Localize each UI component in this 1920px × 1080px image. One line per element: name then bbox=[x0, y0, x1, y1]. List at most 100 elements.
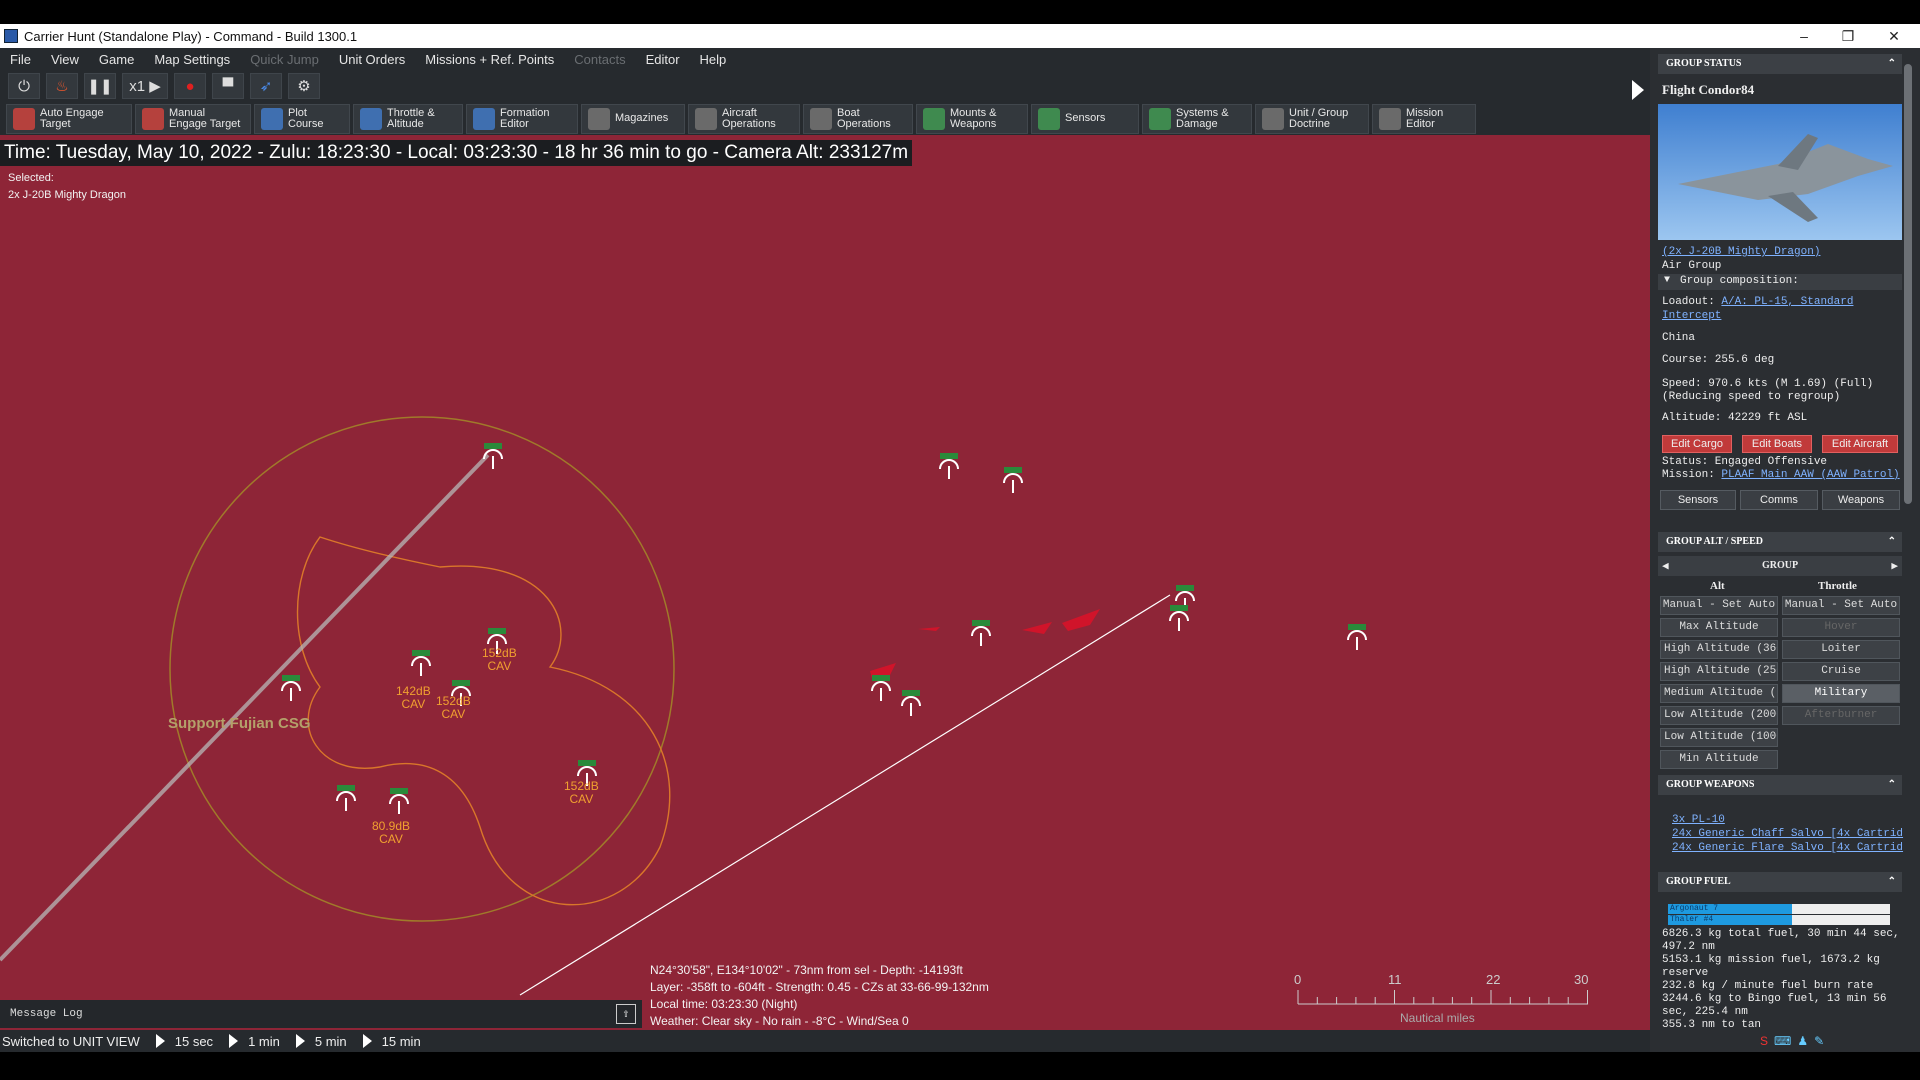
minimize-button[interactable]: – bbox=[1784, 24, 1824, 48]
weapons-header[interactable]: GROUP WEAPONS ⌃ bbox=[1658, 775, 1902, 795]
group-status-header[interactable]: GROUP STATUS ⌃ bbox=[1658, 54, 1902, 74]
toolbar-button[interactable]: Mission Editor bbox=[1372, 103, 1476, 134]
pause-button[interactable]: ❚❚ bbox=[84, 73, 116, 99]
menu-item[interactable]: Map Settings bbox=[144, 52, 240, 67]
time-step-label[interactable]: 1 min bbox=[248, 1034, 280, 1049]
record-button[interactable]: ● bbox=[174, 73, 206, 99]
toolbar-button[interactable]: Unit / Group Doctrine bbox=[1255, 103, 1369, 134]
toolbar-button[interactable]: Aircraft Operations bbox=[688, 103, 800, 134]
time-step-arrow-icon[interactable] bbox=[229, 1034, 239, 1048]
fuel-info-line: 6826.3 kg total fuel, 30 min 44 sec, bbox=[1662, 928, 1900, 940]
collapse-icon[interactable]: ⌃ bbox=[1888, 872, 1896, 892]
message-log-bar[interactable]: Message Log ⇧ bbox=[0, 1000, 642, 1028]
fire-icon[interactable]: ♨ bbox=[46, 73, 78, 99]
bridge-icon[interactable]: ▀ bbox=[212, 73, 244, 99]
cursor-info-line: Layer: -358ft to -604ft - Strength: 0.45… bbox=[650, 980, 989, 994]
menu-item[interactable]: File bbox=[0, 52, 41, 67]
edit-boats-button[interactable]: Edit Boats bbox=[1742, 435, 1812, 453]
loadout-link-2[interactable]: Intercept bbox=[1662, 310, 1721, 322]
clock-icon[interactable]: ⏻ bbox=[8, 73, 40, 99]
throttle-option[interactable]: Manual - Set Auto bbox=[1782, 596, 1900, 615]
contact-label[interactable]: 80.9dB CAV bbox=[372, 820, 410, 846]
altitude-option[interactable]: Low Altitude (1000 bbox=[1660, 728, 1778, 747]
altitude-option[interactable]: High Altitude (2500 bbox=[1660, 662, 1778, 681]
toolbar-button[interactable]: Boat Operations bbox=[803, 103, 913, 134]
ime-icon[interactable]: S bbox=[1760, 1034, 1768, 1048]
throttle-option[interactable]: Cruise bbox=[1782, 662, 1900, 681]
menu-item[interactable]: View bbox=[41, 52, 89, 67]
altitude-option[interactable]: Min Altitude bbox=[1660, 750, 1778, 769]
weapon-item[interactable]: 24x Generic Chaff Salvo [4x Cartrid bbox=[1672, 828, 1903, 840]
toolbar-button-label: Mission Editor bbox=[1406, 106, 1444, 130]
time-step-label[interactable]: 5 min bbox=[315, 1034, 347, 1049]
panel-expand-arrow-icon[interactable] bbox=[1626, 70, 1650, 110]
sensors-tab-button[interactable]: Sensors bbox=[1660, 490, 1736, 510]
contact-label[interactable]: 142dB CAV bbox=[396, 685, 431, 711]
collapse-icon[interactable]: ⌃ bbox=[1888, 54, 1896, 74]
loadout-link[interactable]: A/A: PL-15, Standard bbox=[1721, 296, 1853, 308]
order-toolbar: Auto Engage Target Manual Engage Target Pl… bbox=[0, 102, 1650, 135]
altitude-option[interactable]: Max Altitude bbox=[1660, 618, 1778, 637]
keyboard-icon[interactable]: ⌨ bbox=[1774, 1034, 1791, 1048]
menu-item[interactable]: Missions + Ref. Points bbox=[415, 52, 564, 67]
collapse-icon[interactable]: ⌃ bbox=[1888, 532, 1896, 552]
throttle-option[interactable]: Military bbox=[1782, 684, 1900, 703]
weapon-item[interactable]: 3x PL-10 bbox=[1672, 814, 1725, 826]
altitude-option[interactable]: High Altitude (3600 bbox=[1660, 640, 1778, 659]
weapons-tab-button[interactable]: Weapons bbox=[1822, 490, 1900, 510]
fuel-header[interactable]: GROUP FUEL ⌃ bbox=[1658, 872, 1902, 892]
shirt-icon[interactable]: ♟ bbox=[1797, 1034, 1808, 1048]
speed-play-button[interactable]: x1 ▶ bbox=[122, 73, 168, 99]
toolbar-button[interactable]: Sensors bbox=[1031, 103, 1139, 134]
time-step-arrow-icon[interactable] bbox=[155, 1034, 165, 1048]
altitude-option[interactable]: Manual - Set Auto bbox=[1660, 596, 1778, 615]
alt-speed-header[interactable]: GROUP ALT / SPEED ⌃ bbox=[1658, 532, 1902, 552]
altitude-option[interactable]: Medium Altitude (12 bbox=[1660, 684, 1778, 703]
restore-button[interactable]: ❐ bbox=[1828, 24, 1868, 48]
toolbar-button[interactable]: Formation Editor bbox=[466, 103, 578, 134]
time-step-label[interactable]: 15 sec bbox=[175, 1034, 213, 1049]
close-button[interactable]: ✕ bbox=[1874, 24, 1914, 48]
wrench-icon[interactable]: ✎ bbox=[1814, 1034, 1824, 1048]
panel-scrollbar[interactable] bbox=[1904, 64, 1912, 504]
next-arrow-icon[interactable]: ▶ bbox=[1891, 559, 1898, 573]
unit-link[interactable]: (2x J-20B Mighty Dragon) bbox=[1662, 246, 1820, 258]
menu-item[interactable]: Unit Orders bbox=[329, 52, 415, 67]
throttle-option[interactable]: Hover bbox=[1782, 618, 1900, 637]
contact-label[interactable]: 152dB CAV bbox=[482, 647, 517, 673]
comms-tab-button[interactable]: Comms bbox=[1740, 490, 1818, 510]
toolbar-button[interactable]: Plot Course bbox=[254, 103, 350, 134]
throttle-option[interactable]: Loiter bbox=[1782, 640, 1900, 659]
composition-toggle[interactable]: ▼ Group composition: bbox=[1658, 274, 1902, 290]
expand-log-icon[interactable]: ⇧ bbox=[616, 1004, 636, 1024]
menu-item[interactable]: Editor bbox=[636, 52, 690, 67]
collapse-icon[interactable]: ⌃ bbox=[1888, 775, 1896, 795]
weapon-item[interactable]: 24x Generic Flare Salvo [4x Cartrid bbox=[1672, 842, 1903, 854]
altitude-option[interactable]: Low Altitude (2000 bbox=[1660, 706, 1778, 725]
toolbar-button[interactable]: Auto Engage Target bbox=[6, 103, 132, 134]
time-step-label[interactable]: 15 min bbox=[382, 1034, 421, 1049]
mounts-icon bbox=[923, 107, 945, 130]
fuel-bar: Thaler #4 bbox=[1668, 915, 1890, 925]
time-step-arrow-icon[interactable] bbox=[295, 1034, 305, 1048]
tactical-map[interactable]: 152dB CAV 142dB CAV 152dB CAV 152dB CAV 80.9dB CA… bbox=[0, 135, 1650, 1030]
edit-cargo-button[interactable]: Edit Cargo bbox=[1662, 435, 1732, 453]
fuel-info-line: sec, 225.4 nm bbox=[1662, 1006, 1748, 1018]
toolbar-button[interactable]: Systems & Damage bbox=[1142, 103, 1252, 134]
toolbar-button[interactable]: Throttle & Altitude bbox=[353, 103, 463, 134]
contact-label[interactable]: 152dB CAV bbox=[564, 780, 599, 806]
manual-engage-icon bbox=[142, 107, 164, 130]
throttle-option[interactable]: Afterburner bbox=[1782, 706, 1900, 725]
pointer-icon[interactable]: ➶ bbox=[250, 73, 282, 99]
contact-label[interactable]: 152dB CAV bbox=[436, 695, 471, 721]
edit-aircraft-button[interactable]: Edit Aircraft bbox=[1822, 435, 1898, 453]
toolbar-button[interactable]: Magazines bbox=[581, 103, 685, 134]
gear-icon[interactable]: ⚙ bbox=[288, 73, 320, 99]
menu-item[interactable]: Game bbox=[89, 52, 144, 67]
menu-item[interactable]: Help bbox=[690, 52, 737, 67]
mission-link[interactable]: PLAAF Main AAW (AAW Patrol) bbox=[1721, 469, 1899, 481]
toolbar-button-label: Auto Engage Target bbox=[40, 106, 104, 130]
toolbar-button[interactable]: Manual Engage Target bbox=[135, 103, 251, 134]
time-step-arrow-icon[interactable] bbox=[362, 1034, 372, 1048]
toolbar-button[interactable]: Mounts & Weapons bbox=[916, 103, 1028, 134]
